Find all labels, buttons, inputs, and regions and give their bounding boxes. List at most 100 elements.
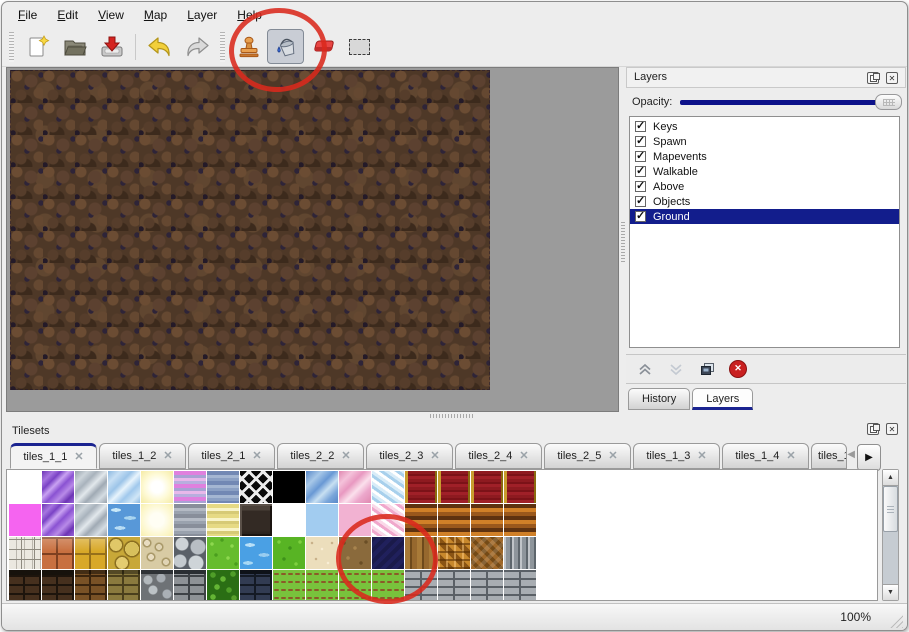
tile-solid-blue[interactable] — [306, 504, 338, 536]
tile-glow-yellow[interactable] — [141, 471, 173, 503]
tile-brick-gray2[interactable] — [504, 570, 536, 601]
scroll-up-icon[interactable]: ▲ — [883, 470, 898, 486]
delete-layer-button[interactable]: ✕ — [727, 358, 749, 380]
tile-brick-gray2[interactable] — [438, 570, 470, 601]
menu-item-help[interactable]: Help — [227, 5, 272, 25]
tile-water[interactable] — [108, 504, 140, 536]
tile-glass-pink[interactable] — [339, 471, 371, 503]
move-layer-down-button[interactable] — [665, 358, 687, 380]
tile-path-grass[interactable] — [306, 570, 338, 601]
tile-sand[interactable] — [306, 537, 338, 569]
toolbar-grip-2[interactable] — [220, 32, 225, 62]
tile-stone-path[interactable] — [108, 537, 140, 569]
tileset-tab-tiles_1_4[interactable]: tiles_1_4 ✕ — [722, 443, 809, 469]
tile-grass[interactable] — [207, 537, 239, 569]
tile-stripes-diag-pink[interactable] — [372, 504, 404, 536]
fill-tool-button[interactable] — [267, 29, 304, 64]
tile-wall-pebble[interactable] — [141, 570, 173, 601]
tileset-tab-tiles_2_5[interactable]: tiles_2_5 ✕ — [544, 443, 631, 469]
tile-path-grass[interactable] — [339, 570, 371, 601]
tile-pebbles-beige[interactable] — [141, 537, 173, 569]
tab-close-icon[interactable]: ✕ — [252, 451, 261, 462]
tile-carpet-orange[interactable] — [504, 504, 536, 536]
layer-visibility-checkbox[interactable] — [635, 151, 646, 162]
tile-glass-purple[interactable] — [42, 504, 74, 536]
open-map-button[interactable] — [56, 29, 93, 64]
tile-stripes-gray[interactable] — [174, 504, 206, 536]
tile-herringbone[interactable] — [471, 537, 503, 569]
redo-button[interactable] — [178, 29, 215, 64]
tile-black[interactable] — [273, 471, 305, 503]
tab-close-icon[interactable]: ✕ — [163, 451, 172, 462]
layer-visibility-checkbox[interactable] — [635, 196, 646, 207]
tile-sign-dark[interactable] — [240, 504, 272, 536]
tab-close-icon[interactable]: ✕ — [786, 451, 795, 462]
duplicate-layer-button[interactable] — [696, 358, 718, 380]
layer-row-objects[interactable]: Objects — [630, 194, 899, 209]
tab-close-icon[interactable]: ✕ — [341, 451, 350, 462]
menu-item-view[interactable]: View — [88, 5, 134, 25]
tab-close-icon[interactable]: ✕ — [697, 451, 706, 462]
tab-scroll-right-button[interactable]: ▶ — [857, 444, 881, 471]
tile-tiles-orange[interactable] — [42, 537, 74, 569]
map-canvas[interactable] — [10, 70, 490, 390]
tile-glow-pale[interactable] — [141, 504, 173, 536]
layer-row-mapevents[interactable]: Mapevents — [630, 149, 899, 164]
palette-scrollbar[interactable]: ▲ ▼ — [882, 469, 899, 601]
tile-glass-purple[interactable] — [42, 471, 74, 503]
tileset-tab-tiles_2_2[interactable]: tiles_2_2 ✕ — [277, 443, 364, 469]
tile-magenta[interactable] — [9, 504, 41, 536]
stamp-tool-button[interactable] — [230, 29, 267, 64]
tile-logs-gray[interactable] — [504, 537, 536, 569]
tileset-tab-tiles_1_3[interactable]: tiles_1_3 ✕ — [633, 443, 720, 469]
tileset-tab-tiles_1_1[interactable]: tiles_1_1 ✕ — [10, 443, 97, 469]
tile-brick-dark[interactable] — [42, 570, 74, 601]
tab-layers[interactable]: Layers — [692, 388, 753, 410]
tile-lattice[interactable] — [240, 471, 272, 503]
tile-brick-tan[interactable] — [108, 570, 140, 601]
tile-stripes-pink[interactable] — [174, 471, 206, 503]
menu-item-layer[interactable]: Layer — [177, 5, 227, 25]
horizontal-splitter[interactable] — [2, 412, 907, 419]
menu-item-edit[interactable]: Edit — [47, 5, 88, 25]
layer-row-ground[interactable]: Ground — [630, 209, 899, 224]
tile-glass-blue2[interactable] — [306, 471, 338, 503]
tileset-tab-tiles_1_2[interactable]: tiles_1_2 ✕ — [99, 443, 186, 469]
tile-carpet-red[interactable] — [405, 471, 437, 503]
tile-basket[interactable] — [438, 537, 470, 569]
tile-carpet-red[interactable] — [504, 471, 536, 503]
float-panel-icon[interactable] — [867, 423, 879, 435]
tileset-tab-tiles_2_4[interactable]: tiles_2_4 ✕ — [455, 443, 542, 469]
tile-brick-navy[interactable] — [240, 570, 272, 601]
tile-glass-blue[interactable] — [108, 471, 140, 503]
tileset-tab-tiles_2_3[interactable]: tiles_2_3 ✕ — [366, 443, 453, 469]
tile-pebbles-gray[interactable] — [174, 537, 206, 569]
close-panel-icon[interactable]: ✕ — [886, 423, 898, 435]
tab-scroll-left-icon[interactable]: ◀ — [847, 449, 855, 460]
tileset-tab-truncated[interactable]: tiles_1_ — [811, 443, 847, 469]
tile-solid-pink[interactable] — [339, 504, 371, 536]
tile-stripes-blue[interactable] — [207, 471, 239, 503]
tile-carpet-red[interactable] — [471, 471, 503, 503]
tile-brick-dark[interactable] — [9, 570, 41, 601]
tile-brick-gray2[interactable] — [471, 570, 503, 601]
tile-stone-blocks[interactable] — [9, 537, 41, 569]
tile-navy[interactable] — [372, 537, 404, 569]
layer-visibility-checkbox[interactable] — [635, 166, 646, 177]
tile-path-grass[interactable] — [273, 570, 305, 601]
opacity-slider[interactable] — [680, 94, 902, 110]
resize-grip-icon[interactable] — [886, 611, 903, 628]
scroll-down-icon[interactable]: ▼ — [883, 584, 898, 600]
layer-visibility-checkbox[interactable] — [635, 211, 646, 222]
tile-brick-gray2[interactable] — [405, 570, 437, 601]
tileset-tab-tiles_2_1[interactable]: tiles_2_1 ✕ — [188, 443, 275, 469]
layer-visibility-checkbox[interactable] — [635, 181, 646, 192]
vertical-splitter[interactable] — [621, 67, 625, 412]
tab-history[interactable]: History — [628, 388, 690, 410]
tile-brick-brown[interactable] — [75, 570, 107, 601]
menu-item-map[interactable]: Map — [134, 5, 177, 25]
tile-stripes-diag-blue[interactable] — [372, 471, 404, 503]
tile-hedge[interactable] — [207, 570, 239, 601]
layer-visibility-checkbox[interactable] — [635, 121, 646, 132]
tile-stripes-yellow[interactable] — [207, 504, 239, 536]
